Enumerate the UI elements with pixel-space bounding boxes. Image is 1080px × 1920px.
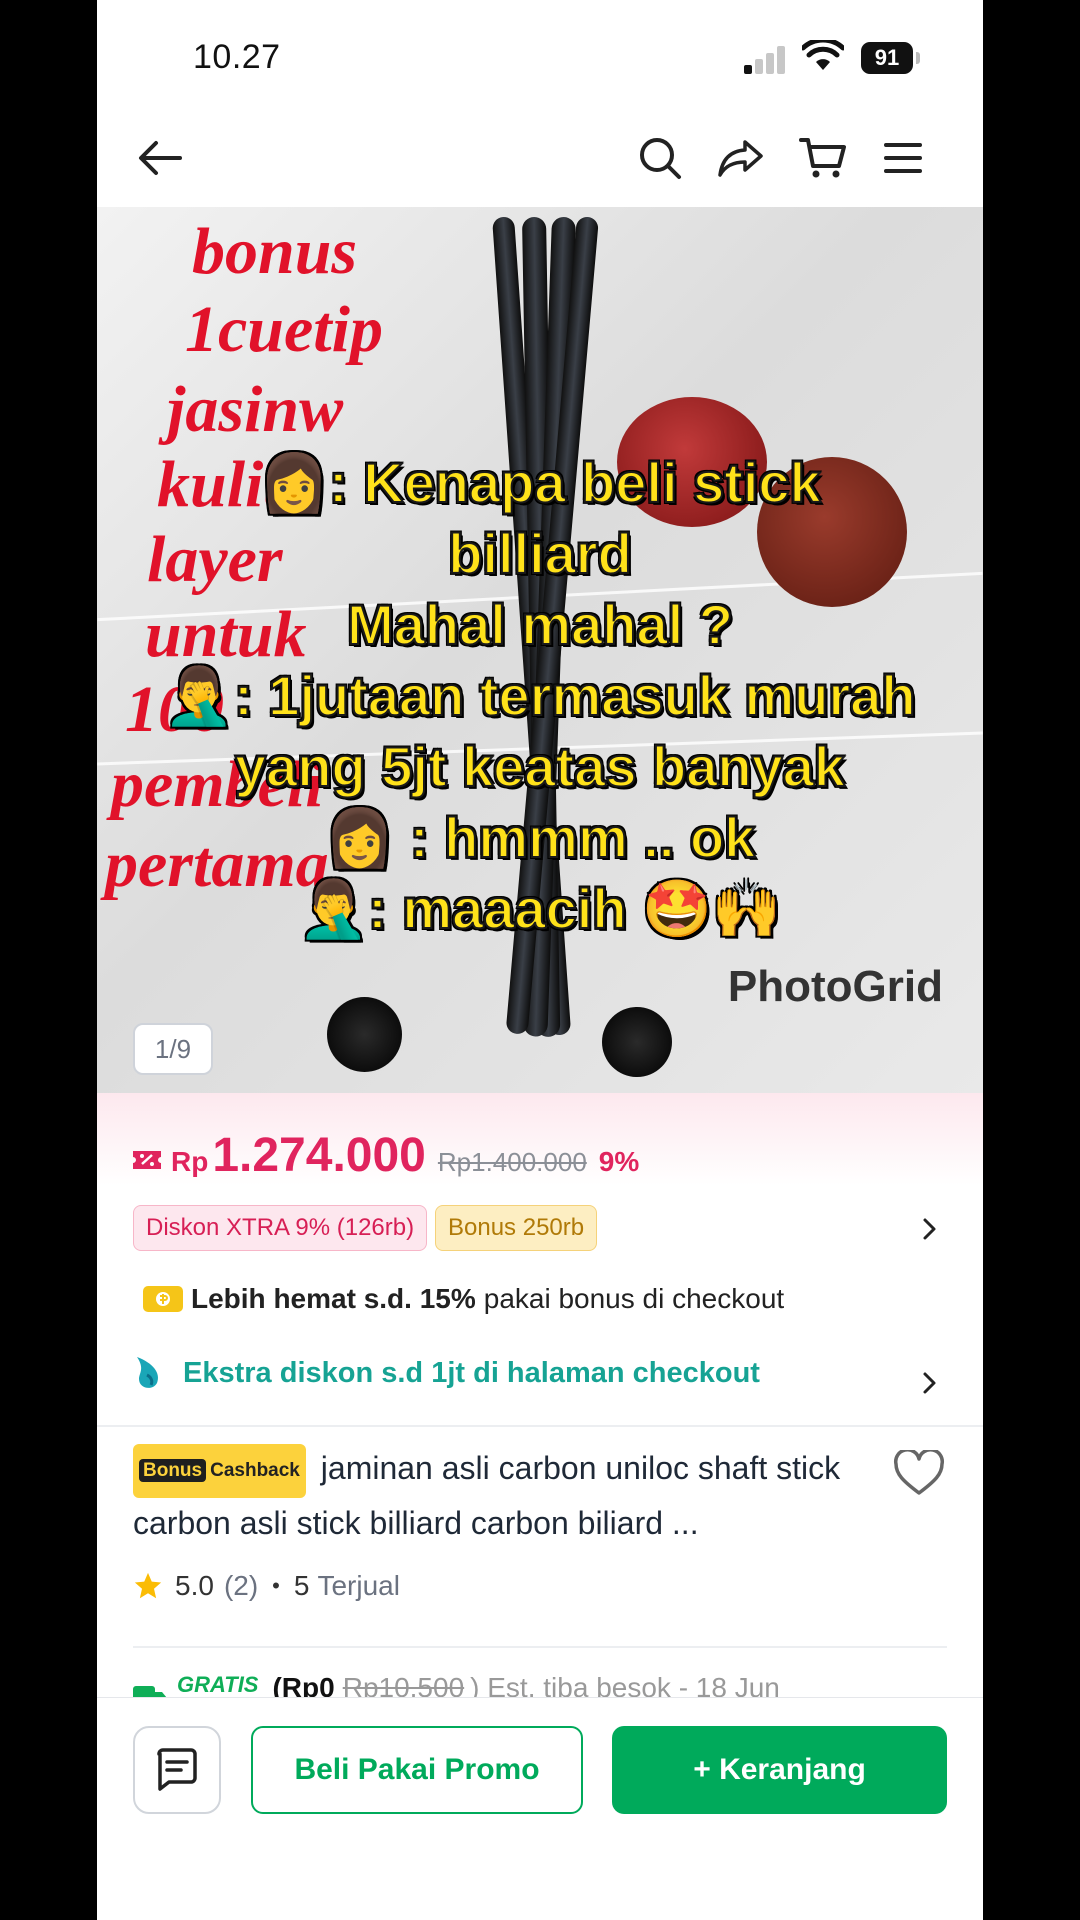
diskon-xtra-chip[interactable]: Diskon XTRA 9% (126rb) xyxy=(133,1205,428,1251)
caption-line: 👩 : hmmm .. ok xyxy=(324,805,757,870)
product-title: Bonus Cashback jaminan asli carbon uniloc… xyxy=(133,1443,873,1548)
wifi-icon xyxy=(802,40,844,70)
image-side-text: 1cuetip xyxy=(185,293,383,366)
image-pager: 1/9 xyxy=(133,1023,213,1075)
caption-line: 🤦‍♂️: maaacih 🤩🙌 xyxy=(297,876,782,941)
wishlist-heart-icon[interactable] xyxy=(893,1450,945,1496)
section-divider xyxy=(133,1646,947,1648)
hemat-info: Lebih hemat s.d. 15% pakai bonus di chec… xyxy=(143,1283,784,1315)
hemat-text: pakai bonus di checkout xyxy=(483,1283,785,1314)
top-navbar xyxy=(97,115,983,207)
caption-line: billiard xyxy=(447,521,633,586)
price-currency: Rp xyxy=(171,1146,209,1177)
ekstra-diskon-link[interactable]: Ekstra diskon s.d 1jt di halaman checkou… xyxy=(133,1355,760,1391)
caption-line: yang 5jt keatas banyak xyxy=(234,734,846,799)
search-icon[interactable] xyxy=(633,131,687,185)
badge-cashback-label: Cashback xyxy=(210,1459,300,1481)
price-current: 1.274.000 xyxy=(212,1129,426,1182)
sold-label: Terjual xyxy=(317,1570,400,1601)
rating-value: 5.0 xyxy=(175,1570,214,1601)
cue-tip-image xyxy=(327,997,402,1072)
bottom-action-bar: Beli Pakai Promo + Keranjang xyxy=(97,1697,983,1920)
price-original: Rp1.400.000 xyxy=(437,1147,587,1177)
cart-icon[interactable] xyxy=(796,131,850,185)
status-bar: 10.27 91 xyxy=(97,0,983,115)
beli-pakai-promo-button[interactable]: Beli Pakai Promo xyxy=(251,1726,583,1814)
shipping-price: (Rp0 xyxy=(272,1672,335,1700)
caption-line: 👩: Kenapa beli stick xyxy=(258,450,821,515)
image-side-text: bonus xyxy=(192,215,358,288)
price-discount: 9% xyxy=(598,1146,640,1177)
shipping-old-price: Rp10.500 xyxy=(342,1672,465,1700)
bonus-coin-icon xyxy=(143,1286,183,1312)
rating-count: (2) xyxy=(223,1570,259,1601)
photogrid-watermark: PhotoGrid xyxy=(727,962,943,1011)
badge-bonus-label: Bonus xyxy=(139,1458,207,1482)
caption-line: 🤦‍♂️: 1jutaan termasuk murah xyxy=(163,663,916,728)
back-arrow-icon[interactable] xyxy=(133,131,187,185)
signal-icon xyxy=(744,44,788,74)
chevron-right-icon[interactable] xyxy=(917,1371,941,1395)
battery-tip xyxy=(916,52,920,64)
share-icon[interactable] xyxy=(714,131,768,185)
add-to-cart-button[interactable]: + Keranjang xyxy=(612,1726,947,1814)
price-row: Rp 1.274.000 Rp1.400.000 9% xyxy=(133,1128,639,1183)
drop-icon xyxy=(137,1357,159,1388)
bonus-cashback-badge: Bonus Cashback xyxy=(133,1443,306,1498)
caption-line: Mahal mahal ? xyxy=(346,592,734,657)
price-section: Rp 1.274.000 Rp1.400.000 9% Diskon XTRA … xyxy=(97,1093,983,1423)
ekstra-text: Ekstra diskon s.d 1jt di halaman checkou… xyxy=(183,1356,760,1389)
star-icon xyxy=(134,1572,162,1599)
menu-icon[interactable] xyxy=(876,131,930,185)
separator-dot: • xyxy=(272,1573,280,1598)
discount-ticket-icon xyxy=(133,1151,161,1169)
shipping-eta: ) Est. tiba besok - 18 Jun xyxy=(470,1672,780,1700)
section-divider xyxy=(97,1425,983,1427)
cue-tip-image xyxy=(602,1007,672,1077)
hemat-bold: Lebih hemat s.d. 15% xyxy=(191,1283,476,1314)
chat-button[interactable] xyxy=(133,1726,221,1814)
image-caption-overlay: 👩: Kenapa beli stick billiard Mahal maha… xyxy=(97,447,983,944)
chevron-right-icon[interactable] xyxy=(917,1217,941,1241)
image-side-text: jasinw xyxy=(167,373,344,446)
product-image-gallery[interactable]: bonus 1cuetip jasinw kulit layer untuk 1… xyxy=(97,207,983,1093)
sold-count: 5 xyxy=(293,1570,310,1601)
bonus-chip[interactable]: Bonus 250rb xyxy=(435,1205,598,1251)
gratis-label: GRATIS xyxy=(177,1672,259,1697)
phone-screen: 10.27 91 bonus 1cuetip jasinw kulit laye… xyxy=(97,0,983,1920)
shipping-row[interactable]: GRATIS (Rp0 Rp10.500 ) Est. tiba besok -… xyxy=(133,1672,953,1700)
battery-indicator: 91 xyxy=(861,42,913,74)
status-time: 10.27 xyxy=(193,38,281,76)
rating-row[interactable]: 5.0 (2) • 5 Terjual xyxy=(133,1570,400,1602)
chat-icon xyxy=(157,1748,197,1791)
